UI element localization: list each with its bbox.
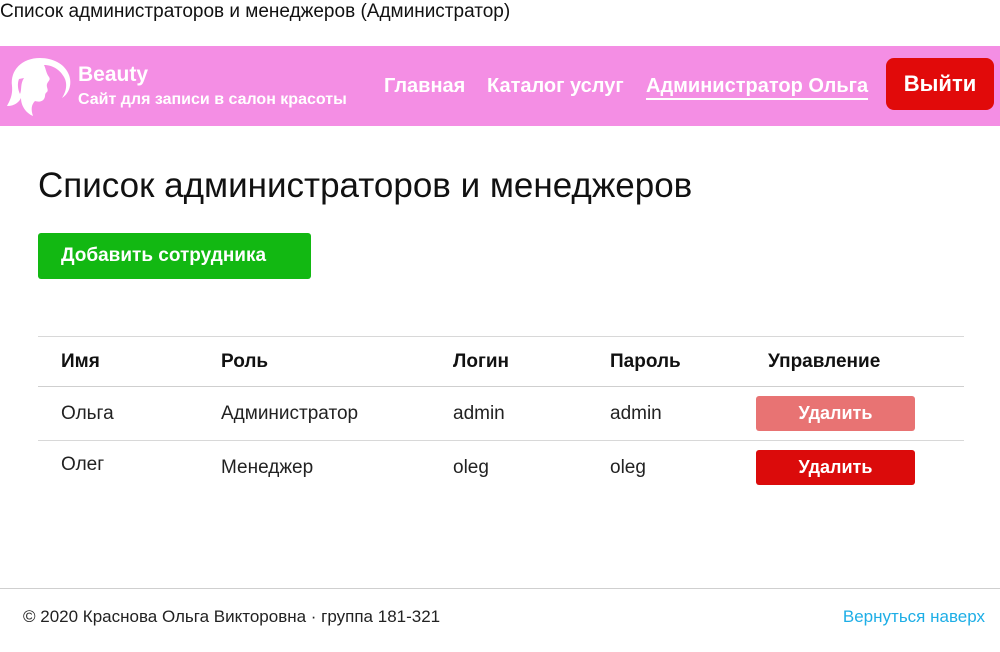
window-caption: Список администраторов и менеджеров (Адм… bbox=[0, 1, 511, 22]
navbar: Beauty Сайт для записи в салон красоты Г… bbox=[0, 46, 1000, 126]
cell-role: Менеджер bbox=[221, 456, 314, 478]
brand-name: Beauty bbox=[78, 63, 149, 86]
footer-copyright: © 2020 Краснова Ольга Викторовна · групп… bbox=[23, 607, 441, 626]
nav-link-home[interactable]: Главная bbox=[384, 74, 465, 98]
table-row: Ольга Администратор admin admin Удалить bbox=[38, 387, 964, 441]
column-header-role: Роль bbox=[221, 350, 269, 372]
delete-button[interactable]: Удалить bbox=[756, 450, 915, 486]
cell-password: oleg bbox=[610, 456, 646, 478]
brand-tagline: Сайт для записи в салон красоты bbox=[78, 91, 347, 108]
column-header-password: Пароль bbox=[610, 350, 681, 372]
delete-button[interactable]: Удалить bbox=[756, 396, 915, 431]
cell-password: admin bbox=[610, 402, 662, 424]
cell-login: oleg bbox=[453, 456, 489, 478]
nav-link-admin-profile[interactable]: Администратор Ольга bbox=[646, 74, 869, 100]
column-header-actions: Управление bbox=[768, 350, 881, 372]
logout-button[interactable]: Выйти bbox=[886, 58, 994, 110]
cell-name: Олег bbox=[61, 454, 105, 475]
table-header-row: Имя Роль Логин Пароль Управление bbox=[38, 336, 964, 387]
cell-actions: Удалить bbox=[745, 441, 964, 495]
staff-table: Имя Роль Логин Пароль Управление Ольга А… bbox=[38, 336, 964, 495]
add-employee-button[interactable]: Добавить сотрудника bbox=[38, 233, 311, 279]
cell-login: admin bbox=[453, 402, 505, 424]
woman-profile-icon bbox=[7, 58, 71, 116]
cell-role: Администратор bbox=[221, 402, 359, 424]
cell-name: Ольга bbox=[61, 403, 114, 424]
footer-divider bbox=[0, 588, 1000, 589]
page-title: Список администраторов и менеджеров bbox=[38, 166, 693, 205]
table-row: Олег Менеджер oleg oleg Удалить bbox=[38, 441, 964, 495]
brand-home-link[interactable]: Beauty Сайт для записи в салон красоты bbox=[6, 56, 347, 118]
column-header-name: Имя bbox=[61, 350, 100, 372]
back-to-top-link[interactable]: Вернуться наверх bbox=[843, 607, 985, 627]
cell-actions: Удалить bbox=[745, 387, 964, 441]
column-header-login: Логин bbox=[453, 350, 510, 372]
nav-link-catalog[interactable]: Каталог услуг bbox=[487, 74, 624, 98]
